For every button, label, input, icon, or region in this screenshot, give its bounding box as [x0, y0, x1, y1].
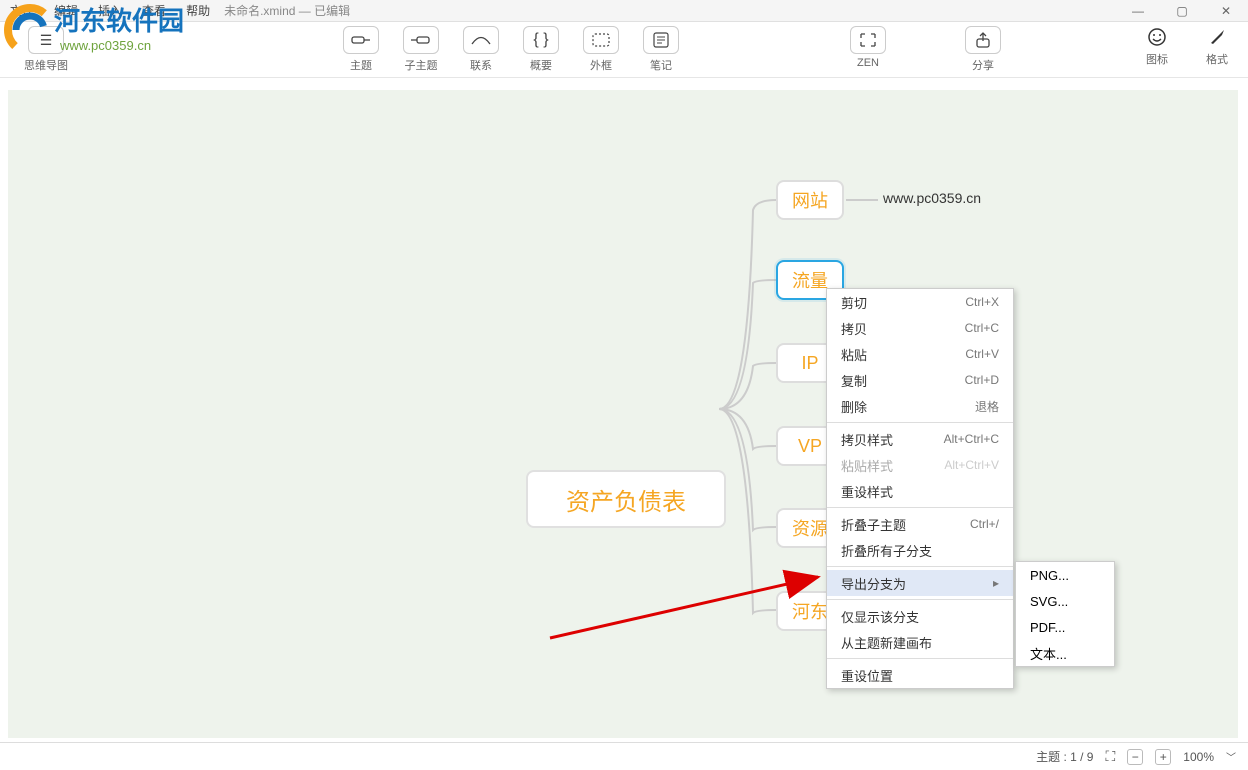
- chevron-right-icon: ▸: [993, 576, 999, 590]
- tool-label: 联系: [470, 57, 492, 73]
- ctx-copy[interactable]: 拷贝Ctrl+C: [827, 315, 1013, 341]
- tool-label: ZEN: [857, 57, 879, 69]
- subtopic-label: 资源: [792, 515, 828, 541]
- window-title: 未命名.xmind — 已编辑: [224, 2, 350, 19]
- chevron-down-icon[interactable]: ﹀: [1226, 749, 1236, 764]
- center-topic-label: 资产负债表: [566, 482, 686, 517]
- subtopic-label: IP: [801, 353, 818, 374]
- export-png[interactable]: PNG...: [1016, 562, 1114, 588]
- notes-icon: [643, 26, 679, 54]
- tool-relationship[interactable]: 联系: [458, 26, 504, 73]
- export-text[interactable]: 文本...: [1016, 640, 1114, 666]
- ctx-delete[interactable]: 删除退格: [827, 393, 1013, 419]
- tool-label: 外框: [590, 57, 612, 73]
- ctx-show-only-branch[interactable]: 仅显示该分支: [827, 603, 1013, 629]
- context-menu: 剪切Ctrl+X 拷贝Ctrl+C 粘贴Ctrl+V 复制Ctrl+D 删除退格…: [826, 288, 1014, 689]
- tool-format[interactable]: 格式: [1198, 26, 1236, 67]
- smile-icon: [1146, 26, 1168, 48]
- menu-help[interactable]: 帮助: [176, 2, 220, 19]
- tool-mindmap-view[interactable]: ☰ 思维导图: [22, 26, 70, 73]
- zoom-out[interactable]: −: [1127, 749, 1143, 765]
- tool-boundary[interactable]: 外框: [578, 26, 624, 73]
- zen-icon: [850, 26, 886, 54]
- toolbar: ☰ 思维导图 主题 子主题 联系 { } 概要: [0, 22, 1248, 78]
- center-topic[interactable]: 资产负债表: [526, 470, 726, 528]
- tool-label: 笔记: [650, 57, 672, 73]
- summary-icon: { }: [523, 26, 559, 54]
- ctx-new-canvas-from-topic[interactable]: 从主题新建画布: [827, 629, 1013, 655]
- subtopic-label: 流量: [792, 267, 828, 293]
- subtopic-label: 河东: [792, 598, 828, 624]
- relationship-icon: [463, 26, 499, 54]
- tool-label: 分享: [972, 57, 994, 73]
- ctx-collapse-sub[interactable]: 折叠子主题Ctrl+/: [827, 511, 1013, 537]
- zoom-in[interactable]: +: [1155, 749, 1171, 765]
- export-submenu: PNG... SVG... PDF... 文本...: [1015, 561, 1115, 667]
- ctx-cut[interactable]: 剪切Ctrl+X: [827, 289, 1013, 315]
- ctx-export-branch[interactable]: 导出分支为▸: [827, 570, 1013, 596]
- mindmap-icon: ☰: [28, 26, 64, 54]
- tool-zen[interactable]: ZEN: [850, 26, 886, 69]
- ctx-reset-position[interactable]: 重设位置: [827, 662, 1013, 688]
- tool-topic[interactable]: 主题: [338, 26, 384, 73]
- brush-icon: [1206, 26, 1228, 48]
- boundary-icon: [583, 26, 619, 54]
- window-close[interactable]: ✕: [1204, 0, 1248, 22]
- menu-insert[interactable]: 插入: [88, 2, 132, 19]
- leaf-website-url[interactable]: www.pc0359.cn: [883, 190, 981, 206]
- menubar: 文件 编辑 插入 查看 帮助 未命名.xmind — 已编辑 — ▢ ✕: [0, 0, 1248, 22]
- ctx-copy-style[interactable]: 拷贝样式Alt+Ctrl+C: [827, 426, 1013, 452]
- tool-label: 图标: [1146, 51, 1168, 67]
- subtopic-label: 网站: [792, 187, 828, 213]
- ctx-reset-style[interactable]: 重设样式: [827, 478, 1013, 504]
- tool-share[interactable]: 分享: [965, 26, 1001, 73]
- ctx-duplicate[interactable]: 复制Ctrl+D: [827, 367, 1013, 393]
- subtopic-icon: [403, 26, 439, 54]
- tool-notes[interactable]: 笔记: [638, 26, 684, 73]
- tool-label: 格式: [1206, 51, 1228, 67]
- tool-label: 思维导图: [24, 57, 68, 73]
- subtopic-website[interactable]: 网站: [776, 180, 844, 220]
- ctx-collapse-all[interactable]: 折叠所有子分支: [827, 537, 1013, 563]
- export-svg[interactable]: SVG...: [1016, 588, 1114, 614]
- ctx-paste-style: 粘贴样式Alt+Ctrl+V: [827, 452, 1013, 478]
- share-icon: [965, 26, 1001, 54]
- window-maximize[interactable]: ▢: [1160, 0, 1204, 22]
- menu-view[interactable]: 查看: [132, 2, 176, 19]
- ctx-paste[interactable]: 粘贴Ctrl+V: [827, 341, 1013, 367]
- menu-edit[interactable]: 编辑: [44, 2, 88, 19]
- tool-label: 概要: [530, 57, 552, 73]
- zoom-level[interactable]: 100%: [1183, 750, 1214, 764]
- status-bar: 主题 : 1 / 9 ⛶ − + 100% ﹀: [0, 742, 1248, 770]
- topic-icon: [343, 26, 379, 54]
- map-icon[interactable]: ⛶: [1105, 748, 1115, 765]
- subtopic-label: VP: [798, 436, 822, 457]
- window-minimize[interactable]: —: [1116, 0, 1160, 22]
- export-pdf[interactable]: PDF...: [1016, 614, 1114, 640]
- tool-label: 主题: [350, 57, 372, 73]
- menu-file[interactable]: 文件: [0, 2, 44, 19]
- tool-markers[interactable]: 图标: [1138, 26, 1176, 67]
- tool-subtopic[interactable]: 子主题: [398, 26, 444, 73]
- tool-summary[interactable]: { } 概要: [518, 26, 564, 73]
- status-topic-count: 主题 : 1 / 9: [1036, 748, 1093, 765]
- tool-label: 子主题: [405, 57, 438, 73]
